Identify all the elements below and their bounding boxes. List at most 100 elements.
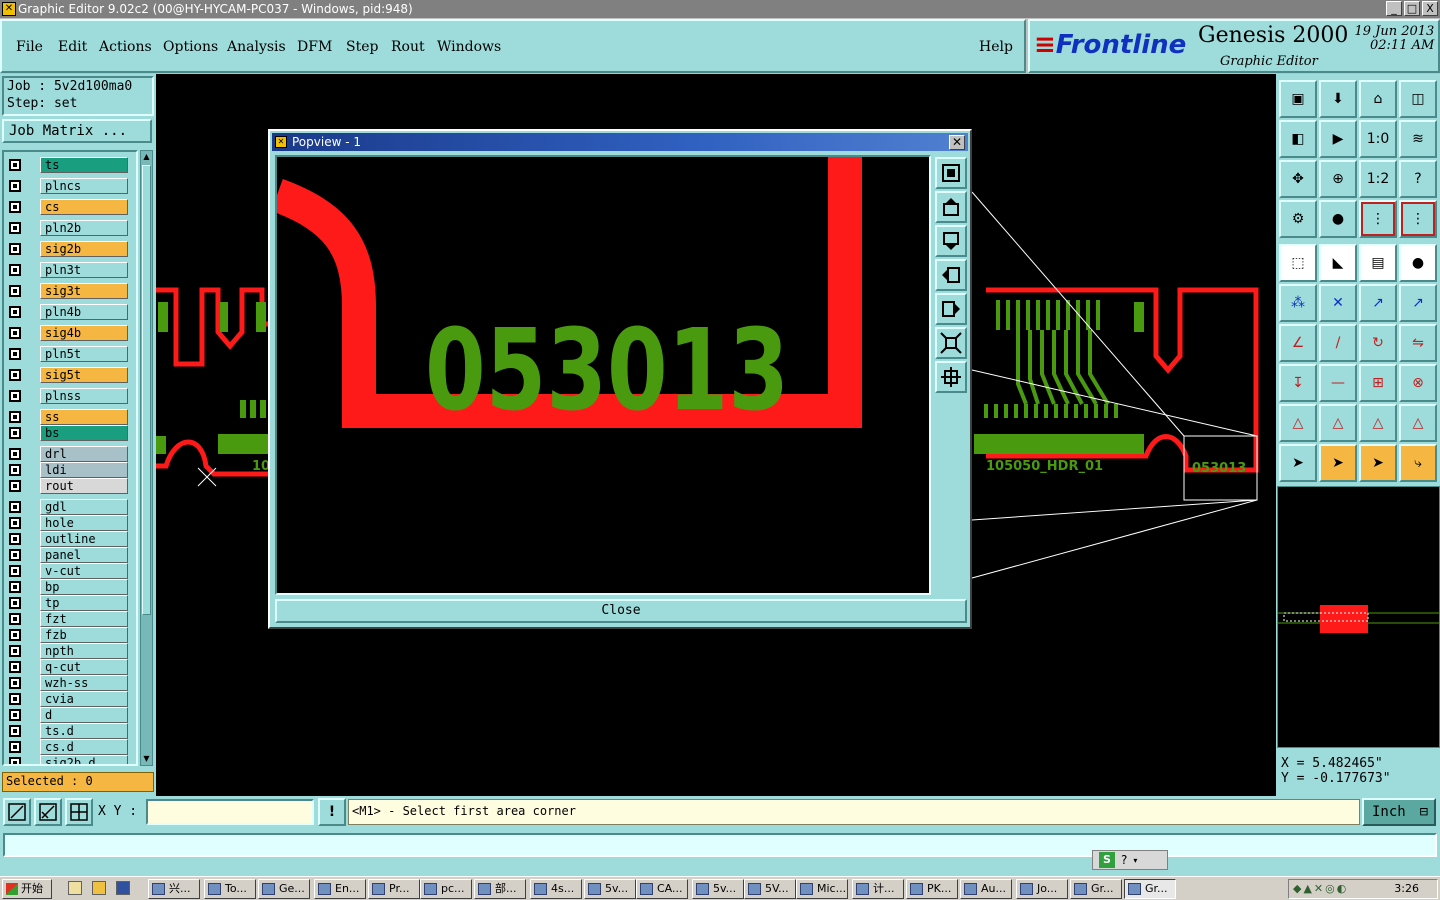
layer-name[interactable]: plnss <box>40 388 128 404</box>
taskbar-item[interactable]: 计... <box>852 879 904 899</box>
layer-row-cs.d[interactable]: cs.d <box>6 739 130 755</box>
split-view-icon[interactable]: ◫ <box>1399 80 1437 118</box>
layer-checkbox[interactable] <box>9 243 21 255</box>
job-matrix-button[interactable]: Job Matrix ... <box>2 119 152 143</box>
popview-zoom-fit-icon[interactable] <box>935 327 967 359</box>
layer-row-fzt[interactable]: fzt <box>6 611 130 627</box>
ime-s-icon[interactable]: S <box>1099 852 1115 868</box>
menu-rout[interactable]: Rout <box>391 39 425 55</box>
menu-options[interactable]: Options <box>163 39 218 55</box>
layer-row-npth[interactable]: npth <box>6 643 130 659</box>
taskbar-item[interactable]: PK... <box>906 879 958 899</box>
layer-checkbox[interactable] <box>9 480 21 492</box>
layer-name[interactable]: v-cut <box>40 563 128 579</box>
ruler-icon[interactable]: ▤ <box>1359 244 1397 282</box>
taskbar-item[interactable]: To... <box>204 879 256 899</box>
layer-name[interactable]: fzt <box>40 611 128 627</box>
triangle-b-icon[interactable]: △ <box>1359 404 1397 442</box>
add-feature-icon[interactable]: ⬚ <box>1279 244 1317 282</box>
ime-menu-icon[interactable]: ▾ <box>1133 856 1137 865</box>
taskbar-item[interactable]: Ge... <box>258 879 310 899</box>
layer-checkbox[interactable] <box>9 369 21 381</box>
layer-checkbox[interactable] <box>9 565 21 577</box>
layer-row-ldi[interactable]: ldi <box>6 462 130 478</box>
help-icon[interactable]: ? <box>1399 160 1437 198</box>
close-button[interactable]: X <box>1422 1 1438 16</box>
layer-checkbox[interactable] <box>9 661 21 673</box>
resize-icon[interactable]: ⊞ <box>1359 364 1397 402</box>
layer-row-plncs[interactable]: plncs <box>6 178 130 194</box>
triangle-c-icon[interactable]: △ <box>1399 404 1437 442</box>
layer-list-scrollbar[interactable]: ▲ ▼ <box>140 150 153 766</box>
layer-row-sig2b.d[interactable]: sig2b.d <box>6 755 130 764</box>
pan-down-icon[interactable]: ⬇ <box>1319 80 1357 118</box>
layer-checkbox[interactable] <box>9 306 21 318</box>
layer-checkbox[interactable] <box>9 264 21 276</box>
layer-checkbox[interactable] <box>9 645 21 657</box>
layer-name[interactable]: ss <box>40 409 128 425</box>
menu-actions[interactable]: Actions <box>99 39 152 55</box>
layer-name[interactable]: fzb <box>40 627 128 643</box>
popview-zoom-in-icon[interactable] <box>935 361 967 393</box>
taskbar-item[interactable]: Pr... <box>368 879 420 899</box>
angle-icon[interactable]: ∠ <box>1279 324 1317 362</box>
layer-row-sig5t[interactable]: sig5t <box>6 367 130 383</box>
layer-name[interactable]: cs <box>40 199 128 215</box>
layer-checkbox[interactable] <box>9 159 21 171</box>
popview-pan-left-icon[interactable] <box>935 259 967 291</box>
zoom-fit-icon[interactable]: ✥ <box>1279 160 1317 198</box>
arc-icon[interactable]: ↻ <box>1359 324 1397 362</box>
measure-tool-icon[interactable]: ⚙ <box>1279 200 1317 238</box>
popview-close-button[interactable]: Close <box>275 599 967 623</box>
layer-row-hole[interactable]: hole <box>6 515 130 531</box>
layer-name[interactable]: bp <box>40 579 128 595</box>
layer-props-icon[interactable]: ⋮ <box>1399 200 1437 238</box>
layer-row-drl[interactable]: drl <box>6 446 130 462</box>
overview-map[interactable] <box>1277 486 1440 748</box>
select-pointer-icon[interactable]: ➤ <box>1319 444 1357 482</box>
layer-row-sig3t[interactable]: sig3t <box>6 283 130 299</box>
layer-checkbox[interactable] <box>9 517 21 529</box>
line-icon[interactable]: / <box>1319 324 1357 362</box>
layer-row-q-cut[interactable]: q-cut <box>6 659 130 675</box>
layer-row-tp[interactable]: tp <box>6 595 130 611</box>
zoom-1to0-icon[interactable]: 1:0 <box>1359 120 1397 158</box>
layer-checkbox[interactable] <box>9 180 21 192</box>
layer-checkbox[interactable] <box>9 327 21 339</box>
menu-dfm[interactable]: DFM <box>297 39 332 55</box>
layer-checkbox[interactable] <box>9 448 21 460</box>
layer-compare-icon[interactable]: ⋮ <box>1359 200 1397 238</box>
minimize-button[interactable]: _ <box>1386 1 1402 16</box>
zoom-1to2-icon[interactable]: 1:2 <box>1359 160 1397 198</box>
layer-name[interactable]: d <box>40 707 128 723</box>
snap-off-icon[interactable] <box>3 798 31 826</box>
pointer-icon[interactable]: ➤ <box>1279 444 1317 482</box>
popview-pan-up-icon[interactable] <box>935 191 967 223</box>
layer-row-cs[interactable]: cs <box>6 199 130 215</box>
copy-icon[interactable]: ↗ <box>1399 284 1437 322</box>
taskbar-item[interactable]: 4s... <box>530 879 582 899</box>
layer-checkbox[interactable] <box>9 613 21 625</box>
layer-name[interactable]: pln4b <box>40 304 128 320</box>
taskbar-item[interactable]: Gr... <box>1070 879 1122 899</box>
layer-name[interactable]: rout <box>40 478 128 494</box>
layer-row-panel[interactable]: panel <box>6 547 130 563</box>
layer-checkbox[interactable] <box>9 581 21 593</box>
layer-row-cvia[interactable]: cvia <box>6 691 130 707</box>
taskbar-item[interactable]: Au... <box>960 879 1012 899</box>
layer-name[interactable]: sig5t <box>40 367 128 383</box>
layer-row-fzb[interactable]: fzb <box>6 627 130 643</box>
layer-name[interactable]: panel <box>40 547 128 563</box>
quicklaunch-desktop-icon[interactable] <box>68 881 82 895</box>
layer-checkbox[interactable] <box>9 464 21 476</box>
layer-name[interactable]: pln5t <box>40 346 128 362</box>
quicklaunch-app-icon[interactable] <box>116 881 130 895</box>
taskbar-item[interactable]: 5V... <box>744 879 796 899</box>
menu-file[interactable]: File <box>16 39 43 55</box>
text-flip-icon[interactable]: ⇋ <box>1399 324 1437 362</box>
multi-pointer-icon[interactable]: ⤷ <box>1399 444 1437 482</box>
layer-name[interactable]: bs <box>40 425 128 441</box>
menu-step[interactable]: Step <box>346 39 378 55</box>
taskbar-item[interactable]: En... <box>314 879 366 899</box>
connect-icon[interactable]: ⁂ <box>1279 284 1317 322</box>
